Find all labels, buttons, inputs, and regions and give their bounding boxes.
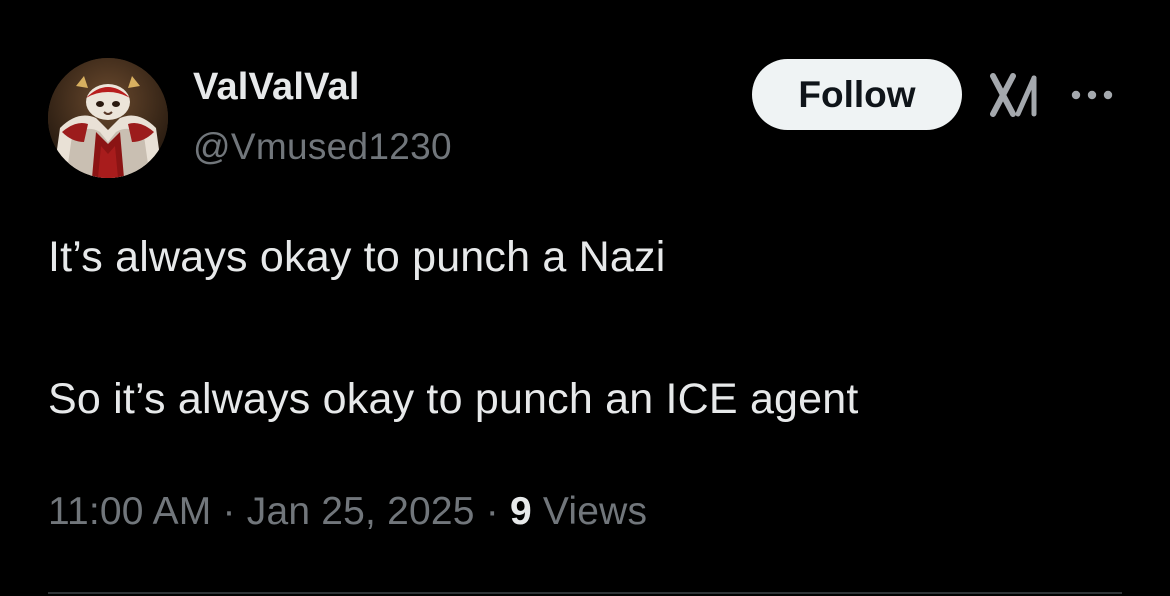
meta-separator-2: · [474,490,510,533]
views-label: Views [531,490,648,533]
meta-separator: · [211,490,247,533]
follow-button[interactable]: Follow [752,59,962,130]
tweet-text-line-1: It’s always okay to punch a Nazi [48,233,666,281]
author-handle[interactable]: @Vmused1230 [193,126,452,168]
tweet-card: ValValVal @Vmused1230 Follow It’s always… [0,0,1170,596]
divider [48,592,1122,594]
tweet-text-line-2: So it’s always okay to punch an ICE agen… [48,375,859,423]
avatar[interactable] [48,58,168,178]
author-display-name[interactable]: ValValVal [193,66,360,109]
tweet-date[interactable]: Jan 25, 2025 [247,490,475,533]
tweet-time[interactable]: 11:00 AM [48,490,211,533]
views-count[interactable]: 9 [510,490,532,533]
more-dots-icon[interactable] [1066,80,1118,110]
tweet-meta: 11:00 AM · Jan 25, 2025 · 9 Views [48,490,647,534]
avatar-image [48,58,168,178]
grok-icon[interactable] [990,72,1042,118]
